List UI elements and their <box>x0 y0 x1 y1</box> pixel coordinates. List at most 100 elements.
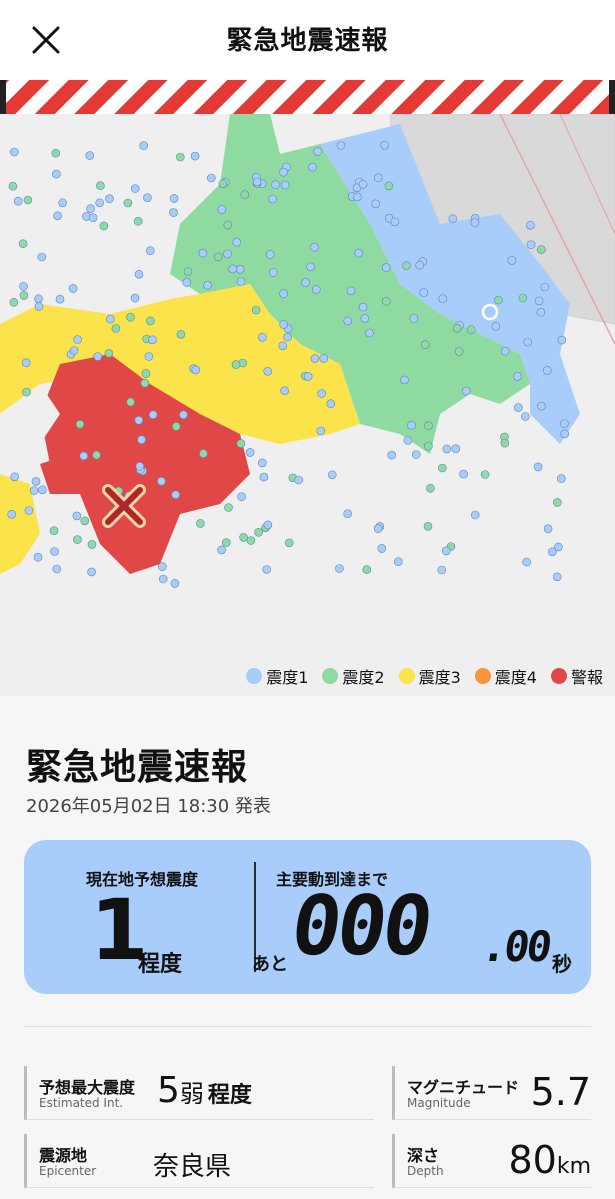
legend-label: 震度3 <box>418 668 461 687</box>
observation-point <box>99 221 109 231</box>
observation-point <box>79 451 89 461</box>
depth-value: 80 <box>508 1138 557 1182</box>
observation-point <box>72 511 82 521</box>
max-intensity-label: 予想最大震度 <box>39 1078 136 1097</box>
observation-point <box>123 198 133 208</box>
legend-label: 震度1 <box>266 668 309 687</box>
observation-point <box>21 358 31 367</box>
observation-point <box>69 346 79 355</box>
observation-point <box>552 572 562 582</box>
observation-point <box>426 483 435 493</box>
observation-point <box>522 557 531 567</box>
intensity-card: 現在地予想震度 1 程度 主要動到達まで あと 000 .00 秒 <box>24 840 591 994</box>
observation-point <box>265 250 275 259</box>
observation-point <box>402 261 411 270</box>
observation-point <box>278 341 288 351</box>
observation-point <box>93 352 102 361</box>
observation-point <box>106 314 115 324</box>
observation-point <box>500 346 510 356</box>
observation-point <box>513 372 522 381</box>
observation-point <box>262 565 272 574</box>
observation-point <box>311 285 321 294</box>
observation-point <box>423 521 433 531</box>
observation-point <box>308 162 317 172</box>
observation-point <box>393 557 403 567</box>
observation-point <box>326 399 336 409</box>
observation-point <box>380 140 390 150</box>
countdown-decimals: .00 <box>478 922 553 971</box>
observation-point <box>53 211 62 221</box>
local-intensity-unit: 程度 <box>138 952 183 977</box>
magnitude-label: マグニチュード <box>407 1078 520 1097</box>
depth-value-group: 80km <box>508 1138 591 1182</box>
observation-point <box>73 535 82 544</box>
observation-point <box>218 179 228 189</box>
observation-point <box>252 177 262 187</box>
observation-point <box>420 340 430 349</box>
observation-point <box>148 335 157 345</box>
observation-point <box>280 180 290 190</box>
legend-item: 震度2 <box>322 664 385 688</box>
observation-point <box>7 509 16 519</box>
epicenter-label-en: Epicenter <box>39 1164 97 1178</box>
observation-point <box>557 335 567 345</box>
japan-map[interactable] <box>0 114 615 696</box>
arrival-prefix: あと <box>252 954 288 975</box>
observation-point <box>556 474 566 483</box>
depth-label: 深さ <box>407 1146 440 1165</box>
observation-point <box>523 337 533 347</box>
observation-point <box>448 214 458 224</box>
observation-point <box>130 293 140 303</box>
observation-point <box>343 509 353 519</box>
observation-point <box>400 375 409 385</box>
max-intensity-value: 5 <box>157 1070 180 1111</box>
legend-item: 震度1 <box>246 664 308 688</box>
observation-point <box>196 519 205 528</box>
observation-point <box>306 262 315 272</box>
max-intensity-value-group: 5弱 程度 <box>157 1070 252 1111</box>
observation-point <box>137 435 146 445</box>
observation-point <box>146 246 155 255</box>
observation-point <box>470 510 480 520</box>
observation-point <box>263 520 273 530</box>
observation-point <box>442 444 452 454</box>
legend-dot <box>550 668 567 684</box>
observation-point <box>223 220 233 230</box>
intensity-map[interactable] <box>0 114 615 696</box>
observation-point <box>461 386 471 396</box>
observation-point <box>224 503 233 512</box>
observation-point <box>105 194 114 203</box>
observation-point <box>336 141 346 150</box>
observation-point <box>513 403 523 412</box>
max-intensity-suffix: 弱 <box>179 1080 204 1108</box>
observation-point <box>232 237 241 247</box>
observation-point <box>88 213 98 222</box>
observation-point <box>358 302 368 312</box>
observation-point <box>451 444 461 454</box>
observation-point <box>144 352 154 361</box>
observation-point <box>316 426 326 436</box>
observation-point <box>176 152 185 162</box>
observation-point <box>236 277 246 286</box>
observation-point <box>143 193 152 202</box>
observation-point <box>203 280 212 290</box>
observation-point <box>352 192 362 202</box>
alert-title: 緊急地震速報 <box>26 747 249 788</box>
observation-point <box>454 347 464 356</box>
observation-point <box>424 441 433 451</box>
observation-point <box>245 448 255 457</box>
countdown-seconds: 000 <box>285 879 435 974</box>
observation-point <box>237 492 246 502</box>
observation-point <box>520 412 530 421</box>
observation-point <box>86 204 95 213</box>
observation-point <box>259 472 269 482</box>
observation-point <box>51 148 61 158</box>
observation-point <box>409 314 419 323</box>
observation-point <box>560 429 570 439</box>
observation-point <box>377 544 387 553</box>
observation-point <box>139 141 148 150</box>
observation-point <box>140 378 150 388</box>
observation-point <box>135 461 145 471</box>
observation-point <box>279 320 289 329</box>
observation-point <box>437 463 447 473</box>
